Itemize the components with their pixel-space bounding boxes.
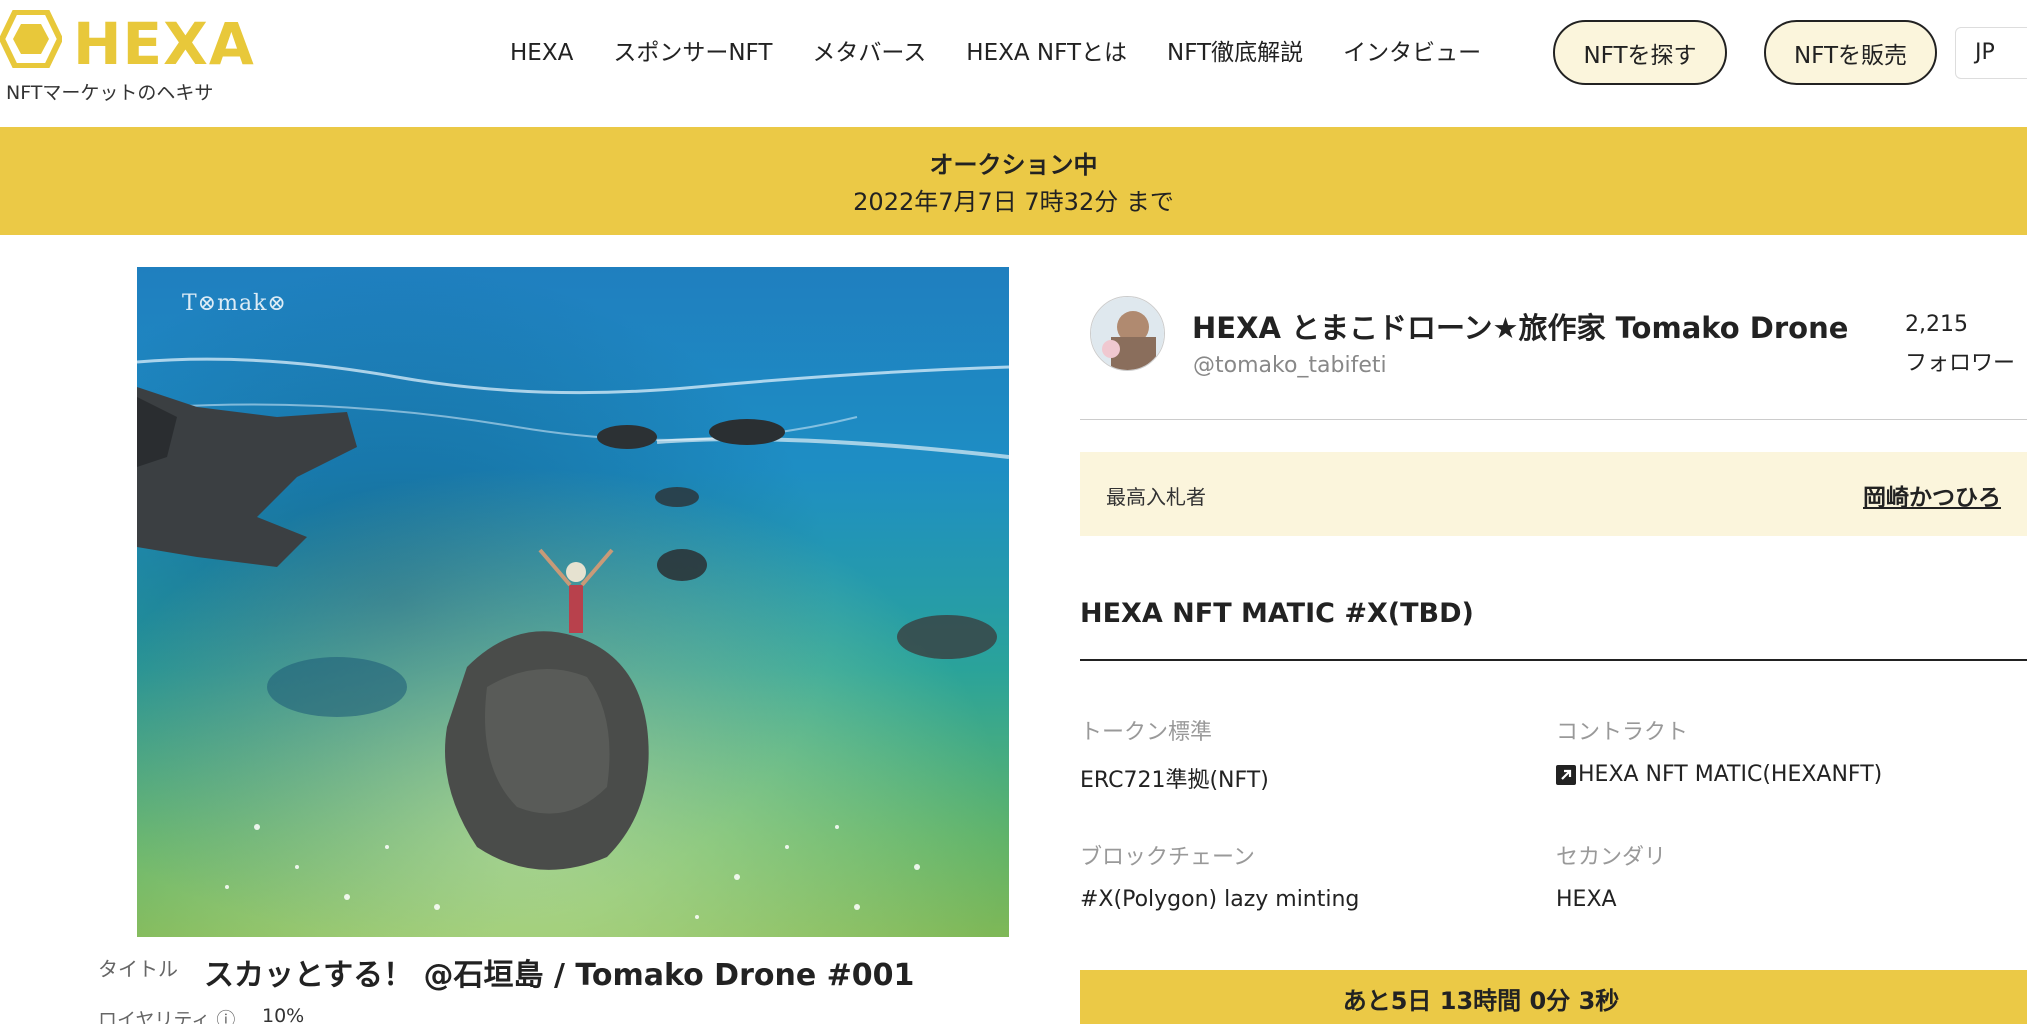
divider: [1080, 419, 2027, 420]
auction-countdown: あと5日 13時間 0分 3秒: [1080, 970, 2027, 1024]
followers-label: フォロワー: [1905, 351, 2016, 376]
contract-link[interactable]: HEXA NFT MATIC(HEXANFT): [1556, 762, 1882, 791]
auction-status: オークション中: [929, 151, 1098, 179]
nav-item-about-hexa-nft[interactable]: HEXA NFTとは: [966, 38, 1127, 68]
hexa-logo[interactable]: HEXA NFTマーケットのヘキサ: [0, 10, 260, 104]
avatar-photo: [1091, 297, 1164, 370]
secondary-label: セカンダリ: [1556, 845, 1667, 870]
external-link-icon: [1556, 764, 1576, 785]
main-nav: HEXA スポンサーNFT メタバース HEXA NFTとは NFT徹底解説 イ…: [510, 38, 1521, 68]
highest-bidder-box: 最高入札者 岡崎かつひろ: [1080, 452, 2027, 536]
logo-wordmark: HEXA: [73, 10, 255, 78]
language-select[interactable]: JP: [1955, 27, 2027, 79]
contract-label: コントラクト: [1556, 720, 1689, 745]
royalty-value: 10%: [262, 1005, 305, 1024]
find-nft-button[interactable]: NFTを探す: [1553, 20, 1727, 85]
token-standard-label: トークン標準: [1080, 720, 1213, 745]
nav-item-interview[interactable]: インタビュー: [1343, 38, 1481, 68]
nft-contract-heading: HEXA NFT MATIC #X(TBD): [1080, 598, 1474, 629]
creator-avatar[interactable]: [1090, 296, 1165, 371]
nft-title: スカッとする！ @石垣島 / Tomako Drone #001: [204, 958, 915, 993]
nav-item-sponsor-nft[interactable]: スポンサーNFT: [613, 38, 772, 68]
creator-handle[interactable]: @tomako_tabifeti: [1193, 353, 1387, 378]
highest-bidder-link[interactable]: 岡崎かつひろ: [1863, 478, 2001, 512]
nav-item-hexa[interactable]: HEXA: [510, 38, 573, 68]
logo-tagline: NFTマーケットのヘキサ: [6, 82, 214, 104]
nft-artwork-image[interactable]: T⊗mak⊗: [137, 267, 1009, 937]
title-label: タイトル: [98, 957, 178, 981]
sell-nft-button[interactable]: NFTを販売: [1764, 20, 1937, 85]
royalty-label: ロイヤリティ ⓘ: [98, 1009, 236, 1024]
nav-item-metaverse[interactable]: メタバース: [812, 38, 926, 68]
blockchain-label: ブロックチェーン: [1080, 845, 1255, 870]
countdown-text: あと5日 13時間 0分 3秒: [1342, 987, 1620, 1015]
highest-bidder-label: 最高入札者: [1106, 485, 1206, 509]
hexagon-logo-icon: [0, 10, 62, 68]
followers-count: 2,215: [1905, 312, 1968, 337]
secondary-value: HEXA: [1556, 887, 1617, 912]
auction-end-date: 2022年7月7日 7時32分 まで: [853, 188, 1174, 216]
divider: [1080, 659, 2027, 661]
artwork-watermark: T⊗mak⊗: [182, 291, 287, 316]
token-standard-value: ERC721準拠(NFT): [1080, 768, 1269, 793]
creator-name[interactable]: HEXA とまこドローン★旅作家 Tomako Drone: [1192, 305, 1848, 347]
blockchain-value: #X(Polygon) lazy minting: [1080, 887, 1360, 912]
nav-item-nft-guide[interactable]: NFT徹底解説: [1167, 38, 1303, 68]
contract-value: HEXA NFT MATIC(HEXANFT): [1578, 762, 1883, 787]
ocean-rock-photo: [137, 267, 1009, 937]
site-header: HEXA NFTマーケットのヘキサ HEXA スポンサーNFT メタバース HE…: [0, 0, 2027, 127]
auction-banner: オークション中 2022年7月7日 7時32分 まで: [0, 127, 2027, 235]
